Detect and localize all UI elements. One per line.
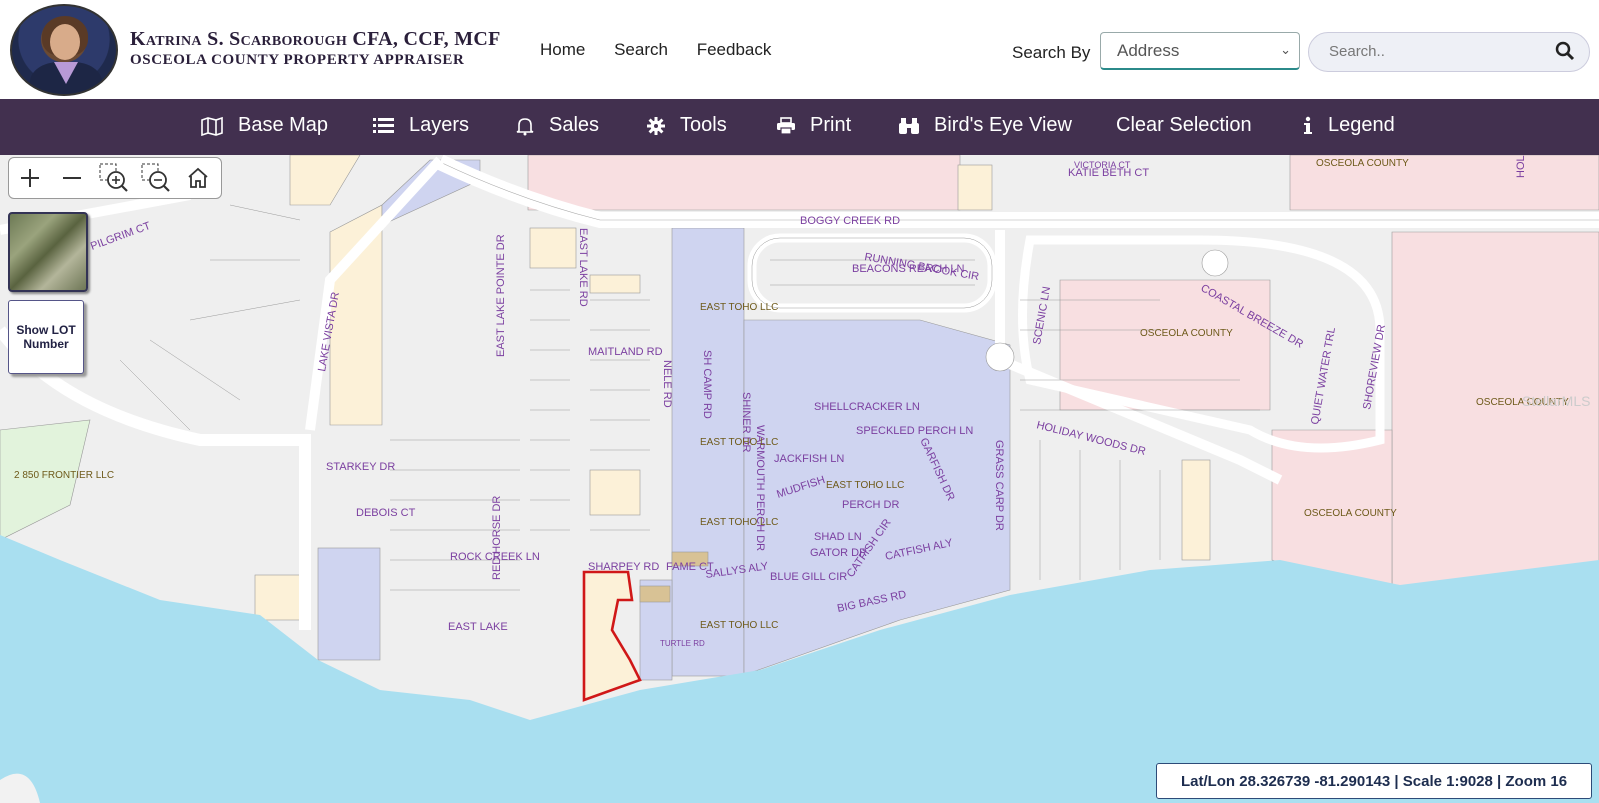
street-label: BLUE GILL CIR xyxy=(770,571,847,583)
owner-label: 2 850 FRONTIER LLC xyxy=(14,470,114,481)
search-by-select[interactable]: Address ⌄ xyxy=(1100,32,1300,70)
coordinate-status: Lat/Lon 28.326739 -81.290143 | Scale 1:9… xyxy=(1156,763,1592,799)
toolbar-sales[interactable]: Sales xyxy=(515,114,599,137)
street-label: EAST LAKE POINTE DR xyxy=(495,234,507,357)
owner-label: OSCEOLA COUNTY xyxy=(1304,508,1397,519)
map-icon xyxy=(200,116,224,136)
owner-label: OSCEOLA COUNTY xyxy=(1316,158,1409,169)
zoom-in-button[interactable] xyxy=(9,158,51,198)
street-label: FAME CT xyxy=(666,561,714,573)
top-nav: Home Search Feedback xyxy=(540,40,795,60)
street-label: LAKE VISTA DR xyxy=(316,291,342,372)
street-label: TURTLE RD xyxy=(660,639,705,648)
street-label: SPECKLED PERCH LN xyxy=(856,425,973,437)
street-label: ROCK CREEK LN xyxy=(450,551,540,563)
zoom-box-in-icon[interactable] xyxy=(93,158,135,198)
printer-icon xyxy=(776,116,796,135)
street-label: SALLYS ALY xyxy=(705,560,770,581)
zoom-out-button[interactable] xyxy=(51,158,93,198)
street-label: SHELLCRACKER LN xyxy=(814,401,920,413)
watermark: StellarMLS xyxy=(1522,393,1590,409)
street-label: CATFISH ALY xyxy=(884,537,954,563)
toolbar-legend[interactable]: Legend xyxy=(1302,114,1395,137)
street-label: SH CAMP RD xyxy=(701,350,713,419)
street-label: RED HORSE DR xyxy=(491,496,503,580)
toolbar-layers[interactable]: Layers xyxy=(373,114,469,137)
street-label: QUIET WATER TRL xyxy=(1309,326,1338,425)
street-label: VICTORIA CT xyxy=(1074,160,1131,170)
basemap-thumbnail[interactable] xyxy=(8,212,88,292)
search-icon[interactable] xyxy=(1555,41,1575,65)
street-label: SHARPEY RD xyxy=(588,561,659,573)
street-label: GARFISH DR xyxy=(917,436,957,503)
street-label: BIG BASS RD xyxy=(836,589,907,615)
toolbar-clear-selection[interactable]: Clear Selection xyxy=(1116,114,1252,137)
owner-label: EAST TOHO LLC xyxy=(700,620,778,631)
home-icon[interactable] xyxy=(177,158,219,198)
street-label: STARKEY DR xyxy=(326,461,395,473)
street-label: SHAD LN xyxy=(814,531,862,543)
toolbar-birds-eye-view[interactable]: Bird's Eye View xyxy=(898,114,1072,137)
street-label: JACKFISH LN xyxy=(774,453,844,465)
street-label: PERCH DR xyxy=(842,499,900,511)
list-icon xyxy=(373,117,395,135)
info-icon xyxy=(1302,116,1314,136)
street-label: NELE RD xyxy=(661,360,673,408)
bell-icon xyxy=(515,116,535,136)
show-lot-number-button[interactable]: Show LOT Number xyxy=(8,300,84,374)
search-input[interactable]: Search.. xyxy=(1308,32,1590,72)
search-by-label: Search By xyxy=(1012,43,1091,62)
owner-label: EAST TOHO LLC xyxy=(700,302,778,313)
street-label: GRASS CARP DR xyxy=(993,440,1005,531)
map-toolbar: Base Map Layers Sales Tools Print Bird's… xyxy=(0,99,1599,155)
toolbar-base-map[interactable]: Base Map xyxy=(200,114,328,137)
owner-label: EAST TOHO LLC xyxy=(700,517,778,528)
app-header: Katrina S. Scarborough CFA, CCF, MCF OSC… xyxy=(0,0,1599,99)
zoom-box-out-icon[interactable] xyxy=(135,158,177,198)
parcel-map[interactable]: PILGRIM CT LAKE VISTA DR EAST LAKE POINT… xyxy=(0,155,1599,803)
zoom-controls xyxy=(8,157,222,199)
street-label: SHOREVIEW DR xyxy=(1361,324,1388,411)
nav-search[interactable]: Search xyxy=(614,40,668,59)
street-label: COASTAL BREEZE DR xyxy=(1199,282,1306,350)
street-label: DEBOIS CT xyxy=(356,507,416,519)
map-labels: PILGRIM CT LAKE VISTA DR EAST LAKE POINT… xyxy=(14,155,1590,648)
street-label: EAST LAKE RD xyxy=(577,228,589,307)
street-label: HOLLY xyxy=(1515,155,1527,178)
street-label: PILGRIM CT xyxy=(89,220,153,253)
chevron-down-icon: ⌄ xyxy=(1280,42,1291,57)
street-label: MUDFISH xyxy=(775,474,826,501)
toolbar-tools[interactable]: Tools xyxy=(646,114,727,137)
owner-label: OSCEOLA COUNTY xyxy=(1140,328,1233,339)
street-label: HOLIDAY WOODS DR xyxy=(1035,419,1147,458)
street-label: MAITLAND RD xyxy=(588,346,663,358)
street-label: BEACONS REACH LN xyxy=(852,263,965,275)
gear-icon xyxy=(646,116,666,136)
street-label: BOGGY CREEK RD xyxy=(800,215,900,227)
street-label: EAST LAKE xyxy=(448,621,508,633)
search-by-value: Address xyxy=(1117,41,1180,60)
nav-home[interactable]: Home xyxy=(540,40,585,59)
appraiser-portrait xyxy=(10,4,118,96)
toolbar-print[interactable]: Print xyxy=(776,114,851,137)
office-title: OSCEOLA COUNTY PROPERTY APPRAISER xyxy=(130,52,465,68)
owner-label: EAST TOHO LLC xyxy=(700,437,778,448)
binoculars-icon xyxy=(898,117,920,135)
search-placeholder: Search.. xyxy=(1329,43,1385,60)
appraiser-name: Katrina S. Scarborough CFA, CCF, MCF xyxy=(130,28,501,50)
street-label: SCENIC LN xyxy=(1031,286,1053,346)
nav-feedback[interactable]: Feedback xyxy=(697,40,772,59)
owner-label: EAST TOHO LLC xyxy=(826,480,904,491)
